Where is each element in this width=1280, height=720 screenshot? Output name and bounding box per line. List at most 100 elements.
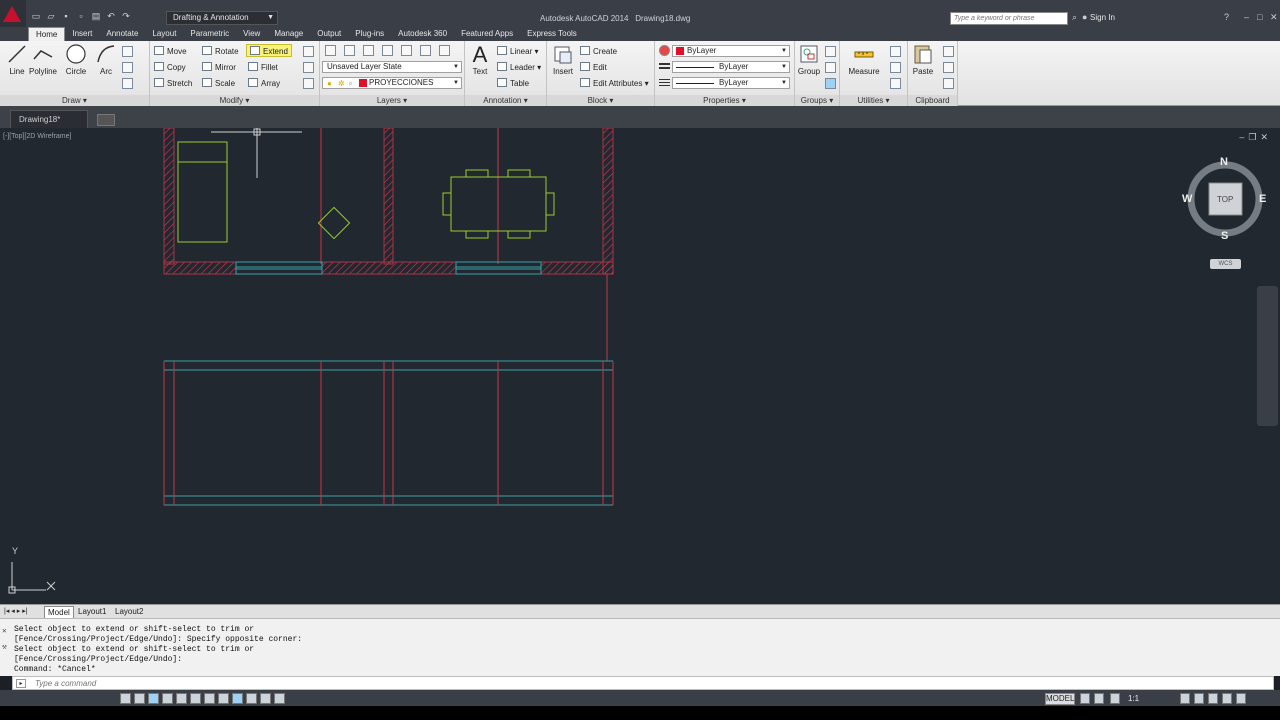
edit-block-button[interactable]: Edit [580,61,607,74]
help-search-input[interactable] [950,12,1068,25]
sign-in-link[interactable]: Sign In [1090,13,1115,22]
wrench-icon[interactable]: ⚒ [2,643,7,653]
close-icon[interactable]: ✕ [1270,12,1278,23]
save-icon[interactable]: ▪ [60,11,72,22]
document-tab[interactable]: Drawing18* [10,110,88,128]
open-icon[interactable]: ▱ [45,11,57,22]
wcs-menu[interactable]: WCS [1210,259,1241,269]
offset-icon[interactable] [303,78,314,89]
text-button[interactable]: A Text [465,43,495,77]
quick-view-drawings-icon[interactable] [1094,693,1104,704]
paste-button[interactable]: Paste [908,43,938,76]
layer-isolate-icon[interactable] [344,45,355,56]
object-snap-tracking-icon[interactable] [218,693,229,704]
tab-autodesk-360[interactable]: Autodesk 360 [391,27,454,41]
snap-mode-icon[interactable] [134,693,145,704]
hatch-icon[interactable] [122,62,133,73]
isolate-objects-icon[interactable] [1222,693,1232,704]
match-properties-clip-icon[interactable] [943,78,954,89]
leader-button[interactable]: Leader ▾ [497,61,541,74]
minimize-icon[interactable]: – [1244,12,1249,22]
table-button[interactable]: Table [497,77,529,90]
color-dropdown[interactable]: ByLayer ▼ [672,45,790,57]
tab-featured-apps[interactable]: Featured Apps [454,27,520,41]
save-as-icon[interactable]: ▫ [75,11,87,22]
close-icon[interactable]: ✕ [2,627,7,637]
insert-button[interactable]: Insert [547,43,579,76]
layer-state-dropdown[interactable]: Unsaved Layer State ▼ [322,61,462,73]
stretch-button[interactable]: Stretch [154,77,192,90]
utilities-panel-title[interactable]: Utilities ▾ [840,95,907,106]
layer-dropdown[interactable]: ● ✲ ▫ PROYECCIONES ▼ [322,77,462,89]
annotation-scale-icon[interactable] [1110,693,1120,704]
create-block-button[interactable]: Create [580,45,617,58]
edit-attributes-button[interactable]: Edit Attributes ▾ [580,77,649,90]
linear-button[interactable]: Linear ▾ [497,45,539,58]
quick-view-layouts-icon[interactable] [1080,693,1090,704]
erase-icon[interactable] [303,46,314,57]
object-snap-icon[interactable] [190,693,201,704]
ungroup-icon[interactable] [825,46,836,57]
transparency-icon[interactable] [274,693,285,704]
select-all-icon[interactable] [890,62,901,73]
group-selection-icon[interactable] [825,78,836,89]
viewcube-south[interactable]: S [1221,230,1228,242]
properties-panel-title[interactable]: Properties ▾ [655,95,794,106]
lock-ui-icon[interactable] [1194,693,1204,704]
dynamic-input-icon[interactable] [246,693,257,704]
ortho-mode-icon[interactable] [162,693,173,704]
drawing-canvas[interactable]: [-][Top][2D Wireframe] –❐✕ Y N S W E TOP… [0,128,1280,604]
block-panel-title[interactable]: Block ▾ [547,95,654,106]
viewcube-north[interactable]: N [1220,156,1228,168]
layers-panel-title[interactable]: Layers ▾ [320,95,464,106]
command-input[interactable] [35,678,935,689]
new-icon[interactable]: ▭ [30,11,42,22]
modify-panel-title[interactable]: Modify ▾ [150,95,319,106]
dynamic-ucs-icon[interactable] [232,693,243,704]
viewcube-top-face[interactable]: TOP [1217,195,1233,204]
viewcube-west[interactable]: W [1182,193,1192,205]
measure-button[interactable]: Measure [845,43,883,76]
match-properties-icon[interactable] [659,45,670,56]
tab-output[interactable]: Output [310,27,348,41]
model-space-button[interactable]: MODEL [1045,693,1075,705]
groups-panel-title[interactable]: Groups ▾ [795,95,839,106]
plot-icon[interactable]: ▤ [90,11,102,22]
explode-icon[interactable] [303,62,314,73]
command-prompt-icon[interactable]: ▸ [16,679,26,688]
search-icon[interactable]: ⌕ [1072,12,1077,23]
polyline-button[interactable]: Polyline [26,43,60,76]
layer-match-icon[interactable] [439,45,450,56]
scale-button[interactable]: Scale [202,77,235,90]
mirror-button[interactable]: Mirror [202,61,236,74]
copy-button[interactable]: Copy [154,61,186,74]
circle-button[interactable]: Circle [59,43,93,76]
polar-tracking-icon[interactable] [176,693,187,704]
infer-constraints-icon[interactable] [120,693,131,704]
new-drawing-tab-icon[interactable] [97,114,115,126]
region-icon[interactable] [122,78,133,89]
array-button[interactable]: Array [248,77,280,90]
tab-plug-ins[interactable]: Plug-ins [348,27,391,41]
tab-express-tools[interactable]: Express Tools [520,27,584,41]
extend-button[interactable]: Extend [246,44,292,57]
tab-insert[interactable]: Insert [65,27,99,41]
3d-object-snap-icon[interactable] [204,693,215,704]
group-edit-icon[interactable] [825,62,836,73]
rotate-button[interactable]: Rotate [202,45,239,58]
tab-view[interactable]: View [236,27,267,41]
arc-button[interactable]: Arc [89,43,123,76]
user-icon[interactable]: ● [1082,12,1087,22]
navigation-bar[interactable] [1257,286,1278,426]
annotation-panel-title[interactable]: Annotation ▾ [465,95,546,106]
undo-icon[interactable]: ↶ [105,11,117,22]
layer-freeze-icon[interactable] [401,45,412,56]
tab-layout[interactable]: Layout [145,27,183,41]
tab-layout2[interactable]: Layout2 [115,606,143,618]
layer-lock-icon[interactable] [420,45,431,56]
viewcube-east[interactable]: E [1259,193,1266,205]
maximize-icon[interactable]: □ [1257,12,1262,22]
workspace-selector[interactable]: Drafting & Annotation ▼ [166,11,278,25]
draw-panel-title[interactable]: Draw ▾ [0,95,149,106]
tab-home[interactable]: Home [28,27,66,41]
